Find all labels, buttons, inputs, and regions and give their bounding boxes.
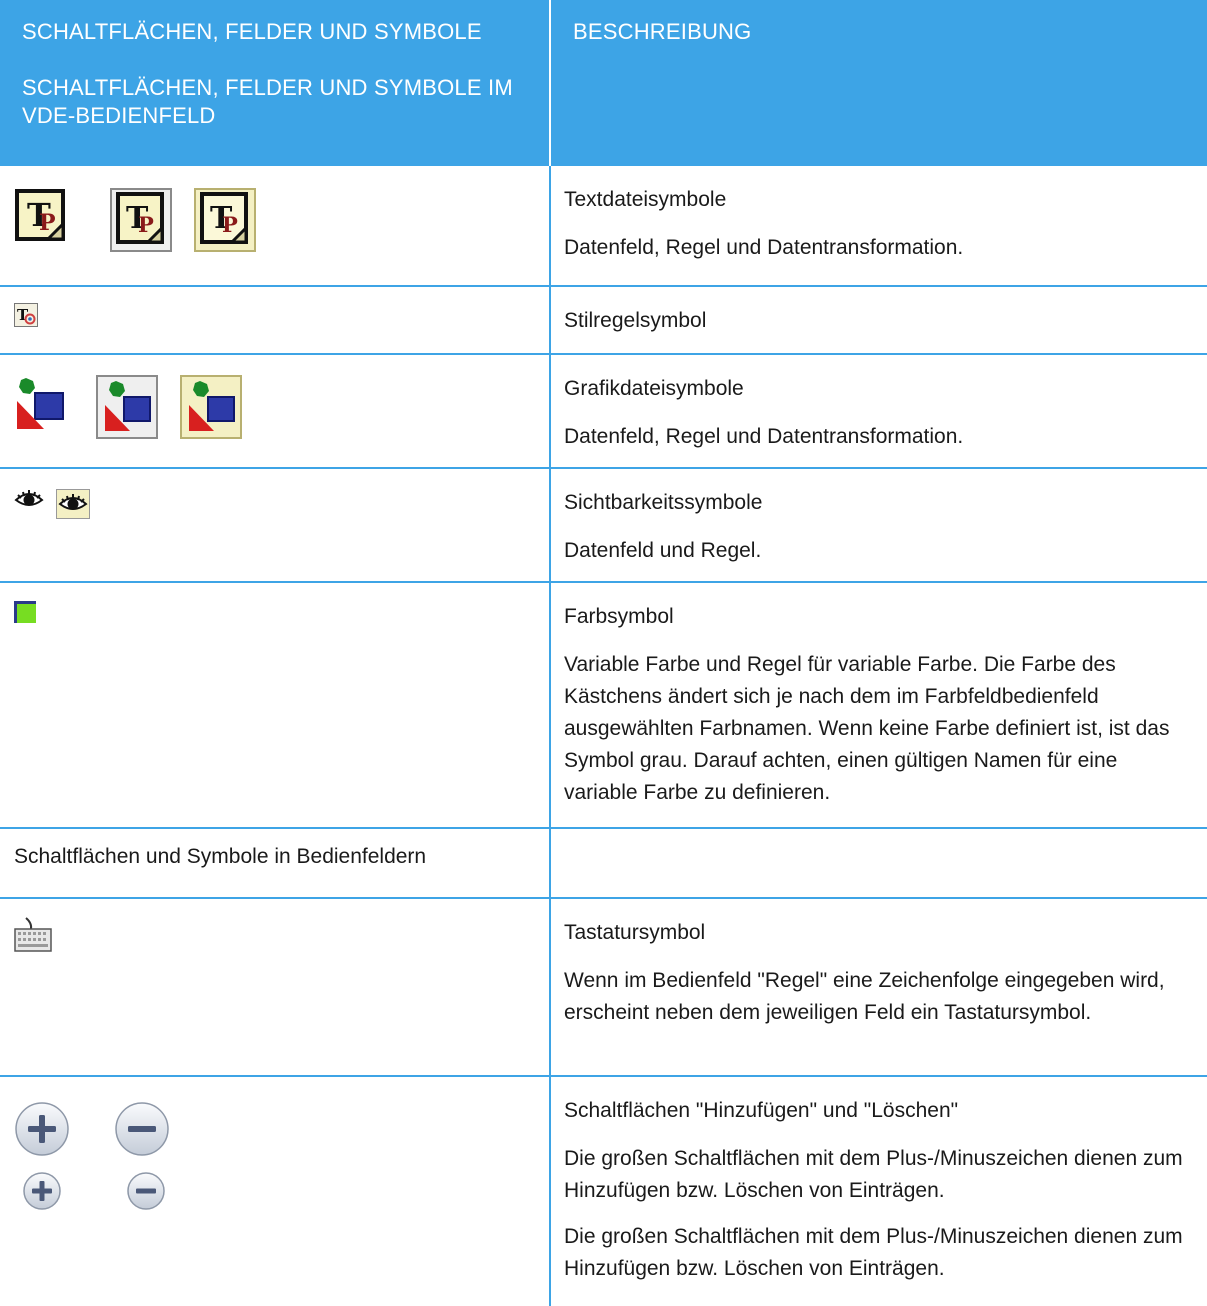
row-description: Wenn im Bedienfeld "Regel" eine Zeichenf… bbox=[564, 969, 1165, 1024]
row-description-1: Die großen Schaltflächen mit dem Plus-/M… bbox=[564, 1147, 1183, 1202]
section-cell: Schaltflächen und Symbole in Bedienfelde… bbox=[0, 828, 550, 899]
table-row-keyboard: Tastatursymbol Wenn im Bedienfeld "Regel… bbox=[0, 898, 1207, 1077]
description-cell: Sichtbarkeitssymbole Datenfeld und Regel… bbox=[549, 468, 1207, 583]
row-description: Datenfeld, Regel und Datentransformation… bbox=[564, 425, 964, 448]
text-file-framed-icon: T P bbox=[110, 188, 172, 262]
description-cell: Schaltflächen "Hinzufügen" und "Löschen"… bbox=[549, 1076, 1207, 1306]
description-cell: Stilregelsymbol bbox=[549, 286, 1207, 355]
plus-large-icon bbox=[14, 1101, 70, 1167]
eye-framed-icon bbox=[56, 489, 90, 529]
svg-text:P: P bbox=[138, 212, 154, 237]
description-cell: Textdateisymbole Datenfeld, Regel und Da… bbox=[549, 166, 1207, 287]
row-title: Sichtbarkeitssymbole bbox=[564, 491, 763, 514]
section-empty-cell bbox=[549, 828, 1207, 899]
header-col1-line1: SCHALTFLÄCHEN, FELDER UND SYMBOLE bbox=[22, 19, 482, 44]
row-description: Datenfeld, Regel und Datentransformation… bbox=[564, 236, 964, 259]
table-row-text-files: T P T P T P Textdateisymbole Datenfeld, … bbox=[0, 166, 1207, 287]
description-cell: Grafikdateisymbole Datenfeld, Regel und … bbox=[549, 354, 1207, 469]
plus-small-icon bbox=[22, 1171, 62, 1221]
icon-cell: T bbox=[0, 286, 550, 355]
table-row-section: Schaltflächen und Symbole in Bedienfelde… bbox=[0, 828, 1207, 899]
row-title: Textdateisymbole bbox=[564, 188, 727, 211]
icon-cell bbox=[0, 354, 550, 469]
header-col2: BESCHREIBUNG bbox=[573, 19, 752, 44]
minus-small-icon bbox=[126, 1171, 166, 1221]
icon-cell bbox=[0, 468, 550, 583]
svg-text:P: P bbox=[39, 210, 56, 236]
header-column-description: BESCHREIBUNG bbox=[550, 0, 1207, 166]
row-title: Tastatursymbol bbox=[564, 921, 706, 944]
svg-text:P: P bbox=[222, 212, 238, 237]
header-column-icons: SCHALTFLÄCHEN, FELDER UND SYMBOLE SCHALT… bbox=[0, 0, 551, 166]
eye-icon bbox=[14, 489, 44, 521]
row-description: Variable Farbe und Regel für variable Fa… bbox=[564, 653, 1170, 804]
table-row-visibility: Sichtbarkeitssymbole Datenfeld und Regel… bbox=[0, 468, 1207, 583]
text-file-icon: T P bbox=[14, 188, 68, 254]
row-description: Datenfeld und Regel. bbox=[564, 539, 762, 562]
reference-table: SCHALTFLÄCHEN, FELDER UND SYMBOLE SCHALT… bbox=[0, 0, 1207, 1306]
graphic-file-icon bbox=[14, 375, 68, 443]
style-rule-icon: T bbox=[14, 303, 38, 337]
minus-large-icon bbox=[114, 1101, 170, 1167]
graphic-file-highlighted-icon bbox=[180, 375, 242, 449]
icon-cell bbox=[0, 582, 550, 829]
text-file-highlighted-icon: T P bbox=[194, 188, 256, 262]
description-cell: Tastatursymbol Wenn im Bedienfeld "Regel… bbox=[549, 898, 1207, 1077]
row-title: Farbsymbol bbox=[564, 605, 674, 628]
table-row-color: Farbsymbol Variable Farbe und Regel für … bbox=[0, 582, 1207, 829]
color-swatch-icon bbox=[14, 601, 36, 633]
keyboard-icon bbox=[14, 917, 52, 963]
row-title: Stilregelsymbol bbox=[564, 309, 707, 332]
icon-cell bbox=[0, 1076, 550, 1306]
header-col1-line2: SCHALTFLÄCHEN, FELDER UND SYMBOLE IM VDE… bbox=[22, 75, 513, 128]
table-row-add-remove: Schaltflächen "Hinzufügen" und "Löschen"… bbox=[0, 1076, 1207, 1306]
table-row-graphic-files: Grafikdateisymbole Datenfeld, Regel und … bbox=[0, 354, 1207, 469]
icon-cell bbox=[0, 898, 550, 1077]
row-title: Schaltflächen "Hinzufügen" und "Löschen" bbox=[564, 1099, 959, 1122]
section-label: Schaltflächen und Symbole in Bedienfelde… bbox=[14, 845, 427, 868]
icon-cell: T P T P T P bbox=[0, 166, 550, 287]
description-cell: Farbsymbol Variable Farbe und Regel für … bbox=[549, 582, 1207, 829]
graphic-file-framed-icon bbox=[96, 375, 158, 449]
row-description-2: Die großen Schaltflächen mit dem Plus-/M… bbox=[564, 1225, 1183, 1280]
row-title: Grafikdateisymbole bbox=[564, 377, 744, 400]
table-row-style-rule: T Stilregelsymbol bbox=[0, 286, 1207, 355]
